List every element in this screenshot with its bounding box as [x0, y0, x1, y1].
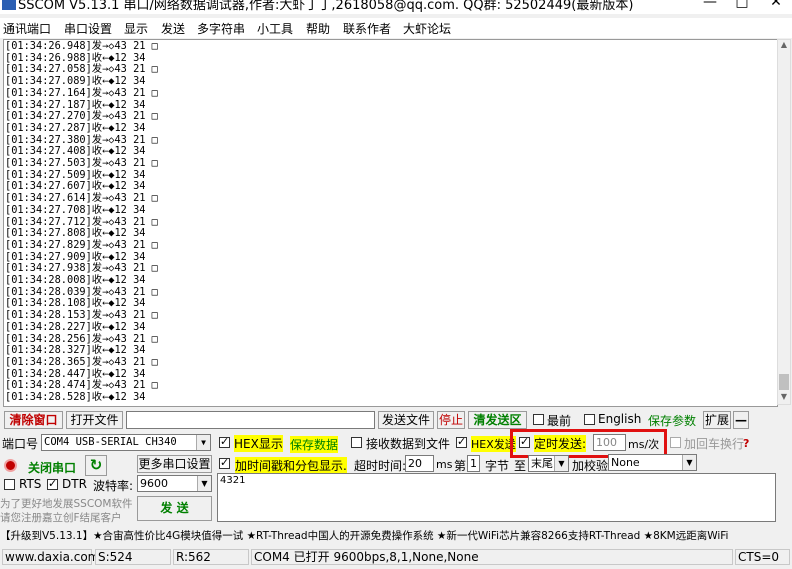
receive-line: [01:34:27.287]收←◆12 34	[5, 121, 146, 134]
save-data-button[interactable]: 保存数据	[290, 436, 339, 453]
baud-select[interactable]: 9600 ▼	[137, 475, 212, 492]
frame-input[interactable]: 1	[467, 455, 480, 472]
menu-forum[interactable]: 大虾论坛	[403, 20, 451, 37]
port-status-icon	[4, 459, 17, 472]
timed-send-checkbox[interactable]	[519, 435, 530, 448]
promo-line-2: 请您注册嘉立创F结尾客户	[0, 512, 122, 524]
scroll-down-icon[interactable]: ▼	[778, 392, 790, 404]
menu-send[interactable]: 发送	[161, 20, 185, 37]
port-select-value: COM4 USB-SERIAL CH340	[44, 436, 177, 448]
byte-label: 字节	[485, 459, 510, 473]
chevron-down-icon[interactable]: ▼	[554, 456, 568, 471]
clear-window-button[interactable]: 清除窗口	[4, 411, 63, 429]
chevron-down-icon[interactable]: ▼	[196, 435, 210, 450]
file-path-input[interactable]	[126, 411, 375, 429]
recv-to-file-checkbox[interactable]	[351, 437, 362, 448]
hex-display-label: HEX显示	[234, 435, 283, 452]
hex-send-checkbox[interactable]	[456, 435, 467, 448]
topmost-checkbox[interactable]	[533, 414, 544, 425]
rts-checkbox[interactable]	[4, 479, 15, 490]
add-newline-label: 加回车换行	[684, 437, 745, 451]
menu-port[interactable]: 通讯端口	[3, 20, 51, 37]
receive-line: [01:34:27.829]发→◇43 21 □	[5, 238, 158, 251]
topmost-label: 最前	[547, 414, 572, 428]
close-button[interactable]: ✕	[754, 0, 792, 10]
clear-send-area-button[interactable]: 清发送区	[468, 411, 527, 429]
receive-line: [01:34:27.503]发→◇43 21 □	[5, 157, 158, 170]
receive-line: [01:34:28.365]发→◇43 21 □	[5, 355, 158, 368]
timed-send-label: 定时发送:	[534, 435, 587, 452]
receive-line: [01:34:26.948]发→◇43 21 □	[5, 40, 158, 52]
receive-line: [01:34:28.528]收←◆12 34	[5, 391, 146, 404]
sent-count: S:524	[95, 549, 171, 565]
checksum-label: 加校验	[572, 459, 609, 473]
news-ticker[interactable]: 【升级到V5.13.1】★合宙高性价比4G模块值得一试 ★RT-Thread中国…	[0, 528, 792, 543]
title-bar: SSCOM V5.13.1 串口/网络数据调试器,作者:大虾丁丁,2618058…	[0, 0, 792, 14]
port-status-text: COM4 已打开 9600bps,8,1,None,None	[251, 549, 733, 565]
menu-display[interactable]: 显示	[124, 20, 148, 37]
hex-display-checkbox[interactable]	[219, 435, 230, 448]
send-button[interactable]: 发 送	[137, 496, 212, 521]
status-bar: www.daxia.com S:524 R:562 COM4 已打开 9600b…	[0, 547, 792, 569]
timestamp-label: 加时间戳和分包显示.	[235, 457, 347, 474]
receive-scrollbar[interactable]: ▲ ▼	[777, 39, 791, 405]
end-select-value: 末尾	[531, 457, 553, 470]
window-title: SSCOM V5.13.1 串口/网络数据调试器,作者:大虾丁丁,2618058…	[18, 0, 634, 13]
chevron-down-icon[interactable]: ▼	[682, 455, 696, 470]
to-label: 至	[514, 459, 527, 473]
add-newline-checkbox[interactable]	[670, 437, 681, 448]
menu-help[interactable]: 帮助	[306, 20, 330, 37]
frame-no-label: 第	[454, 459, 467, 473]
timeout-unit: ms	[436, 458, 453, 471]
menu-tools[interactable]: 小工具	[257, 20, 293, 37]
menu-bar: 通讯端口 串口设置 显示 发送 多字符串 小工具 帮助 联系作者 大虾论坛	[0, 18, 792, 38]
menu-contact-author[interactable]: 联系作者	[343, 20, 391, 37]
receive-line: [01:34:28.227]收←◆12 34	[5, 320, 146, 333]
port-select[interactable]: COM4 USB-SERIAL CH340 ▼	[41, 434, 211, 451]
open-file-button[interactable]: 打开文件	[66, 411, 123, 429]
save-params-button[interactable]: 保存参数	[648, 412, 696, 429]
checksum-select[interactable]: None ▼	[608, 454, 697, 471]
port-label: 端口号	[2, 437, 39, 451]
help-icon[interactable]: ?	[743, 437, 749, 450]
scroll-thumb[interactable]	[779, 374, 789, 390]
menu-multi-string[interactable]: 多字符串	[197, 20, 245, 37]
cts-status: CTS=0	[735, 549, 790, 565]
timeout-label: 超时时间:	[354, 459, 407, 473]
english-label: English	[598, 412, 642, 426]
receive-log: [01:34:26.948]发→◇43 21 □ [01:34:26.988]收←…	[5, 40, 158, 404]
dtr-checkbox[interactable]	[47, 477, 58, 490]
scroll-up-icon[interactable]: ▲	[778, 40, 790, 52]
chevron-down-icon[interactable]: ▼	[197, 476, 211, 491]
app-icon	[2, 0, 16, 10]
timeout-input[interactable]: 20	[405, 455, 434, 472]
collapse-button[interactable]: —	[733, 411, 749, 429]
receive-line: [01:34:28.008]收←◆12 34	[5, 274, 146, 287]
baud-select-value: 9600	[140, 477, 168, 490]
receive-area[interactable]: [01:34:26.948]发→◇43 21 □ [01:34:26.988]收←…	[3, 39, 778, 407]
interval-input[interactable]: 100	[593, 434, 626, 451]
recv-to-file-label: 接收数据到文件	[366, 437, 451, 451]
more-settings-button[interactable]: 更多串口设置	[137, 455, 212, 473]
rts-label: RTS	[19, 477, 42, 491]
stop-button[interactable]: 停止	[437, 411, 465, 429]
timestamp-checkbox[interactable]	[219, 456, 230, 469]
receive-line: [01:34:27.708]收←◆12 34	[5, 203, 146, 216]
english-checkbox[interactable]	[584, 414, 595, 425]
interval-unit: ms/次	[628, 438, 660, 451]
promo-line-1: 为了更好地发展SSCOM软件	[0, 498, 133, 510]
expand-button[interactable]: 扩展	[703, 411, 731, 429]
send-input[interactable]: 4321	[217, 473, 776, 522]
checksum-select-value: None	[611, 456, 640, 469]
end-select[interactable]: 末尾 ▼	[528, 455, 569, 472]
dtr-label: DTR	[62, 477, 87, 491]
close-port-button[interactable]: 关闭串口	[28, 459, 76, 476]
received-count: R:562	[173, 549, 249, 565]
send-file-button[interactable]: 发送文件	[378, 411, 434, 429]
refresh-icon[interactable]: ↻	[85, 455, 107, 476]
baud-label: 波特率:	[93, 479, 134, 493]
menu-serial-settings[interactable]: 串口设置	[64, 20, 112, 37]
website-link[interactable]: www.daxia.com	[2, 549, 99, 565]
receive-line: [01:34:27.164]发→◇43 21 □	[5, 86, 158, 99]
